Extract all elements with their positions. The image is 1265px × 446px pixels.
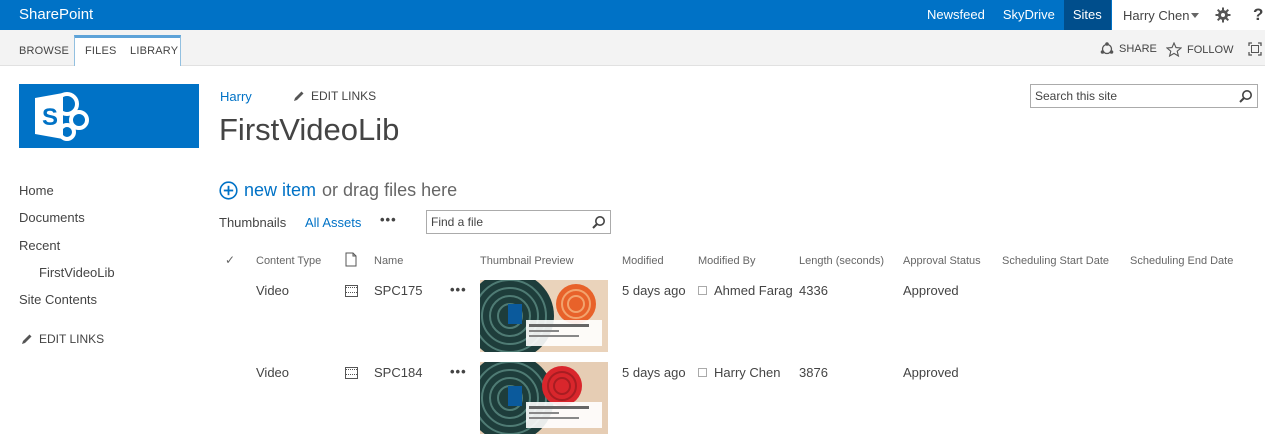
breadcrumb[interactable]: Harry	[220, 89, 252, 104]
tab-files[interactable]: FILES	[85, 38, 117, 66]
page-title: FirstVideoLib	[219, 112, 400, 147]
follow-button[interactable]: FOLLOW	[1166, 42, 1233, 57]
video-thumbnail[interactable]	[480, 280, 608, 352]
nav-site-contents[interactable]: Site Contents	[19, 292, 97, 307]
nav-documents[interactable]: Documents	[19, 210, 85, 225]
select-all-checkmark-icon[interactable]: ✓	[225, 253, 235, 267]
cell-content-type: Video	[256, 365, 290, 380]
video-file-icon	[345, 285, 358, 297]
user-area: Harry Chen ?	[1112, 0, 1265, 30]
video-thumbnail-image	[480, 362, 608, 434]
sharepoint-brand[interactable]: SharePoint	[19, 6, 93, 23]
tab-library[interactable]: LIBRARY	[130, 38, 178, 66]
presence-icon	[698, 286, 707, 295]
follow-label: FOLLOW	[1187, 43, 1234, 56]
view-thumbnails[interactable]: Thumbnails	[219, 215, 286, 230]
edit-links-left[interactable]: EDIT LINKS	[21, 332, 104, 346]
sharepoint-logo-icon: S	[35, 92, 89, 141]
svg-text:S: S	[42, 104, 58, 131]
library-tools-tabgroup: FILES LIBRARY	[74, 35, 181, 66]
pencil-icon	[22, 334, 32, 344]
col-length[interactable]: Length (seconds)	[799, 255, 884, 267]
cell-name[interactable]: SPC184	[374, 365, 422, 380]
find-file-box	[426, 210, 611, 234]
video-thumbnail[interactable]	[480, 362, 608, 434]
search-icon[interactable]	[592, 215, 606, 229]
video-file-icon	[345, 367, 358, 379]
site-search-input[interactable]	[1035, 88, 1225, 104]
chevron-down-icon[interactable]	[1191, 13, 1199, 18]
site-logo[interactable]: S	[19, 84, 199, 148]
cell-modified-by[interactable]: Harry Chen	[714, 365, 780, 380]
more-views-button[interactable]: •••	[380, 212, 397, 227]
help-icon[interactable]: ?	[1253, 5, 1263, 25]
suite-links: Newsfeed SkyDrive Sites	[918, 0, 1111, 30]
nav-home[interactable]: Home	[19, 183, 54, 198]
presence-icon	[698, 368, 707, 377]
cell-length: 3876	[799, 365, 828, 380]
new-item-link[interactable]: new item	[244, 180, 316, 201]
item-menu-button[interactable]: •••	[450, 364, 467, 379]
cell-content-type: Video	[256, 283, 290, 298]
skydrive-link[interactable]: SkyDrive	[994, 0, 1064, 30]
video-thumbnail-image	[480, 280, 608, 352]
pencil-icon	[294, 91, 304, 101]
col-scheduling-start[interactable]: Scheduling Start Date	[1002, 255, 1109, 267]
sites-link[interactable]: Sites	[1063, 0, 1111, 30]
col-name[interactable]: Name	[374, 255, 403, 267]
new-item-row: new item or drag files here	[219, 180, 457, 201]
cell-modified: 5 days ago	[622, 365, 686, 380]
document-icon	[345, 252, 357, 267]
share-label: SHARE	[1119, 43, 1157, 55]
share-icon	[1100, 42, 1114, 55]
view-all-assets[interactable]: All Assets	[305, 215, 361, 230]
cell-modified: 5 days ago	[622, 283, 686, 298]
site-search-box	[1030, 84, 1258, 108]
cell-approval-status: Approved	[903, 283, 959, 298]
nav-recent[interactable]: Recent	[19, 238, 60, 253]
col-scheduling-end[interactable]: Scheduling End Date	[1130, 255, 1233, 267]
edit-links-top[interactable]: EDIT LINKS	[293, 89, 376, 103]
col-approval-status[interactable]: Approval Status	[903, 255, 981, 267]
gear-icon[interactable]	[1215, 7, 1231, 23]
focus-on-content-icon[interactable]	[1248, 42, 1262, 56]
col-modified-by[interactable]: Modified By	[698, 255, 755, 267]
newsfeed-link[interactable]: Newsfeed	[918, 0, 994, 30]
col-thumbnail-preview[interactable]: Thumbnail Preview	[480, 255, 574, 267]
edit-links-label: EDIT LINKS	[39, 332, 105, 346]
cell-length: 4336	[799, 283, 828, 298]
col-content-type[interactable]: Content Type	[256, 255, 321, 267]
cell-approval-status: Approved	[903, 365, 959, 380]
tab-browse[interactable]: BROWSE	[19, 36, 69, 66]
user-menu[interactable]: Harry Chen	[1123, 8, 1189, 23]
item-menu-button[interactable]: •••	[450, 282, 467, 297]
col-modified[interactable]: Modified	[622, 255, 664, 267]
star-icon	[1166, 42, 1182, 57]
find-file-input[interactable]	[431, 214, 581, 230]
suite-bar: SharePoint Newsfeed SkyDrive Sites Harry…	[0, 0, 1265, 30]
edit-links-label: EDIT LINKS	[311, 89, 377, 103]
add-circle-icon[interactable]	[219, 181, 238, 200]
cell-modified-by[interactable]: Ahmed Farag	[714, 283, 793, 298]
drag-files-text: or drag files here	[322, 180, 458, 200]
cell-name[interactable]: SPC175	[374, 283, 422, 298]
share-button[interactable]: SHARE	[1100, 42, 1157, 56]
ribbon: BROWSE FILES LIBRARY SHARE FOLLOW	[0, 30, 1265, 66]
search-icon[interactable]	[1239, 89, 1253, 103]
nav-firstvideolib[interactable]: FirstVideoLib	[39, 265, 115, 280]
